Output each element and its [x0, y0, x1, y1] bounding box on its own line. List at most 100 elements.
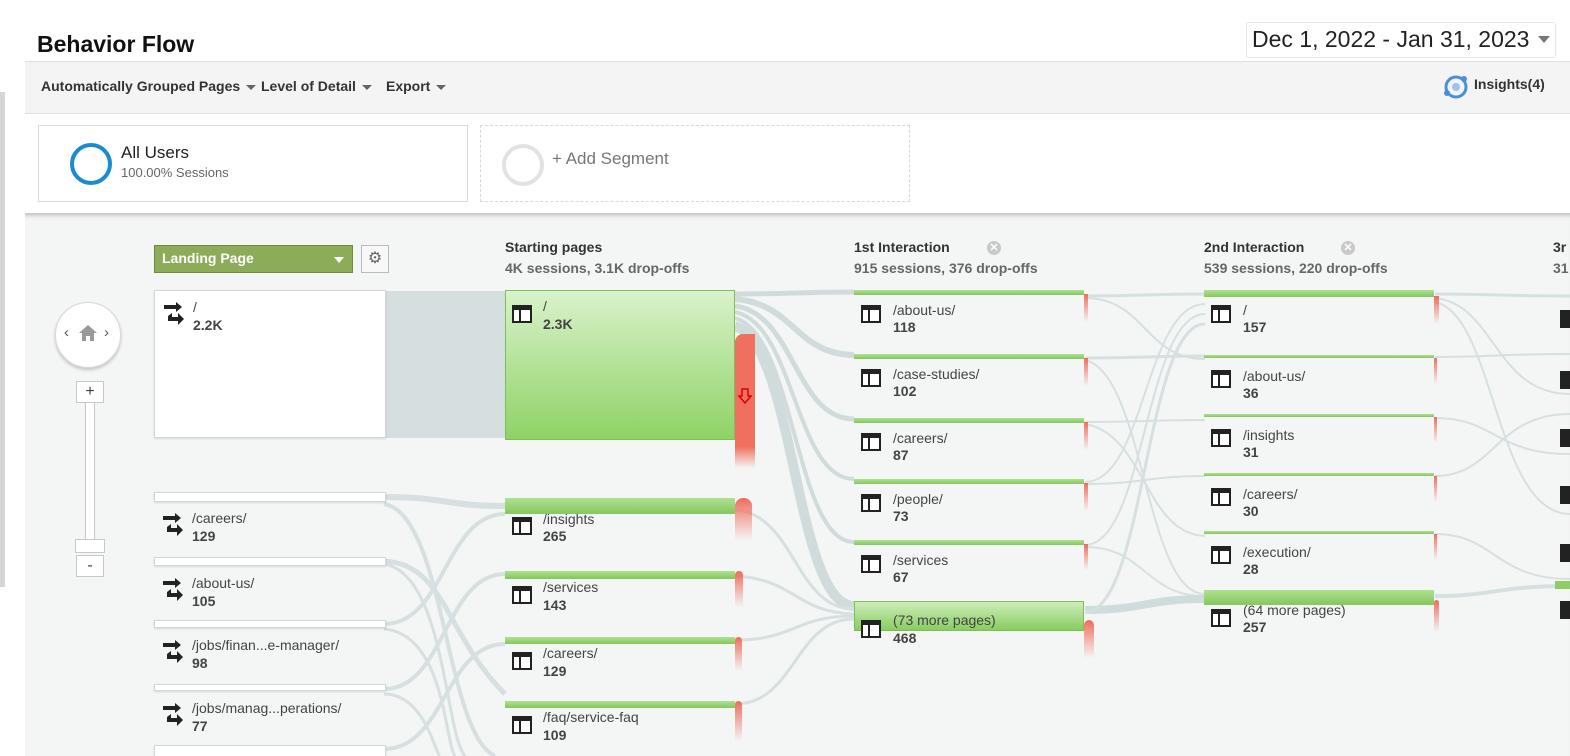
second-interaction-node[interactable]: /careers/ 30	[1204, 473, 1434, 523]
drop-off-bar[interactable]	[1434, 476, 1437, 502]
page-icon	[1560, 601, 1570, 619]
landing-node-name: /about-us/	[192, 575, 255, 591]
drop-off-bar[interactable]	[735, 498, 752, 540]
landing-node-count: 77	[192, 718, 208, 734]
grouping-dropdown[interactable]: Automatically Grouped Pages	[41, 78, 257, 94]
second-interaction-node[interactable]: (64 more pages) 257	[1204, 590, 1434, 640]
landing-node[interactable]: /about-us/ 105	[154, 567, 384, 611]
second-interaction-node[interactable]: /insights 31	[1204, 414, 1434, 464]
landing-node-bar[interactable]	[154, 557, 386, 566]
node-count: 28	[1243, 561, 1259, 577]
column-title-first-interaction: 1st Interaction	[854, 239, 950, 255]
node-count: 143	[543, 597, 567, 613]
drop-off-bar[interactable]	[1434, 534, 1437, 560]
date-range-picker[interactable]: Dec 1, 2022 - Jan 31, 2023	[1246, 22, 1556, 58]
report-toolbar: Automatically Grouped Pages Level of Det…	[25, 61, 1570, 114]
landing-node[interactable]: /jobs/manag...perations/ 77	[154, 692, 384, 736]
page-icon	[512, 305, 532, 323]
pan-left-icon[interactable]: ‹	[64, 324, 69, 341]
drop-off-bar[interactable]	[1434, 358, 1437, 384]
level-of-detail-dropdown[interactable]: Level of Detail	[261, 78, 372, 94]
starting-page-node[interactable]: /careers/ 129	[505, 637, 735, 681]
page-icon	[1560, 429, 1570, 447]
node-name: /people/	[893, 491, 943, 507]
landing-node[interactable]: /jobs/finan...e-manager/ 98	[154, 629, 384, 673]
landing-node-name: /careers/	[192, 510, 247, 526]
page-icon	[1560, 310, 1570, 328]
date-range-text: Dec 1, 2022 - Jan 31, 2023	[1252, 26, 1530, 52]
chevron-down-icon	[334, 257, 344, 263]
node-traffic-bar	[1204, 355, 1434, 358]
drop-off-bar[interactable]	[1084, 294, 1088, 322]
drop-off-bar[interactable]	[1084, 422, 1088, 450]
node-count: 73	[893, 508, 909, 524]
second-interaction-node[interactable]: / 157	[1204, 290, 1434, 340]
node-name: /about-us/	[1243, 368, 1306, 384]
remove-column-icon[interactable]: ✕	[1341, 241, 1355, 255]
starting-page-node[interactable]: /services 143	[505, 571, 735, 615]
zoom-out-button[interactable]: -	[76, 555, 104, 577]
landing-page-dimension-select[interactable]: Landing Page	[154, 245, 353, 273]
third-interaction-node-bar[interactable]	[1555, 581, 1570, 589]
page-icon	[512, 716, 532, 734]
node-traffic-bar	[505, 571, 735, 579]
node-traffic-bar	[505, 498, 735, 514]
drop-off-bar[interactable]	[735, 701, 742, 741]
gear-icon[interactable]: ⚙	[361, 245, 389, 273]
remove-column-icon[interactable]: ✕	[987, 241, 1001, 255]
drop-off-bar[interactable]	[1084, 358, 1088, 386]
landing-node-name: /jobs/finan...e-manager/	[192, 637, 340, 653]
drop-off-bar[interactable]	[1084, 483, 1088, 511]
entrance-arrows-icon	[163, 578, 183, 601]
landing-node[interactable]: / 2.2K	[154, 290, 386, 438]
page-icon	[1211, 370, 1231, 388]
node-traffic-bar	[505, 290, 735, 440]
page-icon	[1560, 486, 1570, 504]
first-interaction-node[interactable]: /careers/ 87	[854, 418, 1084, 468]
second-interaction-node[interactable]: /about-us/ 36	[1204, 355, 1434, 405]
page-icon	[861, 620, 881, 638]
zoom-in-button[interactable]: +	[76, 381, 104, 403]
drop-off-bar[interactable]	[1084, 544, 1088, 570]
export-dropdown[interactable]: Export	[386, 78, 447, 94]
landing-node-bar[interactable]	[154, 492, 386, 502]
node-name: (64 more pages)	[1243, 602, 1346, 618]
first-interaction-node[interactable]: /about-us/ 118	[854, 290, 1084, 340]
drop-off-bar[interactable]	[735, 637, 742, 671]
landing-node[interactable]: /careers/ 129	[154, 502, 384, 546]
home-icon[interactable]	[78, 324, 98, 342]
drop-off-bar[interactable]	[1434, 600, 1439, 632]
first-interaction-node[interactable]: (73 more pages) 468	[854, 601, 1084, 651]
add-segment-button[interactable]: + Add Segment	[480, 125, 910, 202]
insights-label: Insights(4)	[1474, 76, 1545, 92]
chevron-down-icon	[1538, 36, 1550, 43]
pan-navigation-control[interactable]: ‹ ›	[55, 302, 121, 368]
left-panel-edge	[0, 92, 5, 587]
segment-all-users[interactable]: All Users 100.00% Sessions	[38, 125, 468, 202]
starting-page-node[interactable]: / 2.3K	[505, 290, 735, 440]
starting-page-node[interactable]: /insights 265	[505, 498, 735, 544]
node-name: /insights	[543, 511, 595, 527]
zoom-slider-handle[interactable]	[75, 539, 105, 553]
drop-off-bar[interactable]	[1434, 417, 1437, 443]
starting-page-node[interactable]: /faq/service-faq 109	[505, 701, 735, 745]
pan-right-icon[interactable]: ›	[104, 324, 109, 341]
behavior-flow-canvas[interactable]: ‹ › + - Landing Page ⚙ Starting pages 4K…	[25, 213, 1570, 756]
insights-button[interactable]: Insights(4)	[1442, 73, 1545, 101]
drop-off-bar[interactable]	[1434, 296, 1439, 324]
landing-node-name: /jobs/manag...perations/	[192, 700, 342, 716]
landing-node-bar[interactable]	[154, 684, 386, 691]
first-interaction-node[interactable]: /case-studies/ 102	[854, 354, 1084, 404]
column-title-starting-pages: Starting pages	[505, 239, 603, 255]
page-icon	[1211, 429, 1231, 447]
landing-node-count: 129	[192, 528, 216, 544]
first-interaction-node[interactable]: /people/ 73	[854, 479, 1084, 529]
first-interaction-node[interactable]: /services 67	[854, 540, 1084, 590]
landing-node-bar[interactable]	[154, 745, 386, 756]
drop-off-bar[interactable]	[1084, 620, 1094, 658]
node-count: 129	[543, 663, 567, 679]
zoom-slider-track[interactable]	[85, 402, 95, 552]
drop-off-bar[interactable]	[735, 571, 743, 607]
second-interaction-node[interactable]: /execution/ 28	[1204, 531, 1434, 581]
landing-node-bar[interactable]	[154, 620, 386, 628]
